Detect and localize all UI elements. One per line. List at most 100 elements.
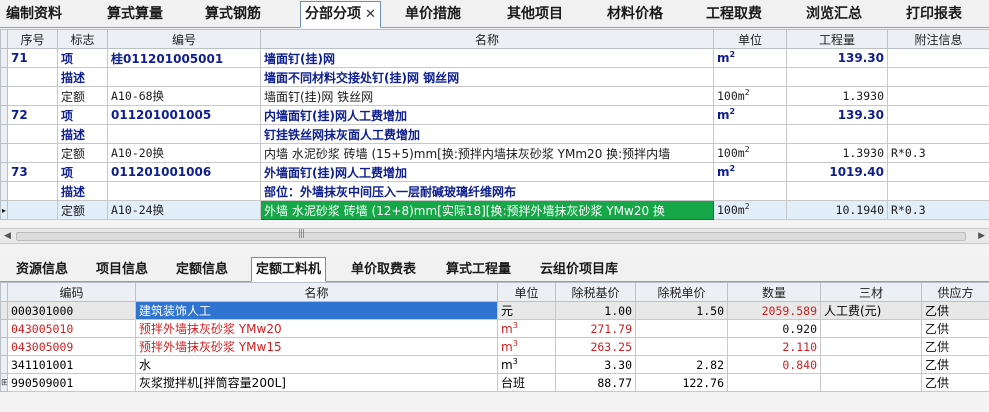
cell-flag[interactable]: 定额 (57, 86, 108, 106)
cell-unit-price[interactable]: 2.82 (635, 355, 728, 374)
tab-material-prices[interactable]: 材料价格 (603, 2, 667, 27)
cell-unit-price[interactable]: 122.76 (635, 373, 728, 392)
cell-unit[interactable]: 100m2 (713, 86, 787, 106)
table-row[interactable]: 定额 A10-68换 墙面钉(挂)网 铁丝网 100m2 1.3930 (0, 86, 989, 106)
cell-unit[interactable]: m3 (497, 355, 556, 374)
cell-base-price[interactable]: 3.30 (555, 355, 636, 374)
cell-unit[interactable]: m3 (497, 337, 556, 356)
cell-note[interactable] (887, 105, 989, 125)
cell-flag[interactable]: 项 (57, 105, 108, 125)
table-row[interactable]: 341101001 水 m3 3.30 2.82 0.840 乙供 (0, 355, 989, 374)
tab-formula-rebar[interactable]: 算式钢筋 (201, 2, 265, 27)
panel-splitter[interactable] (0, 244, 989, 256)
cell-flag[interactable]: 描述 (57, 181, 108, 201)
tab-sub-items[interactable]: 分部分项 ✕ (300, 1, 381, 28)
cell-materials[interactable] (820, 337, 922, 356)
cell-unit-price[interactable]: 1.50 (635, 301, 728, 320)
cell-code[interactable]: 桂011201005001 (107, 48, 261, 68)
cell-flag[interactable]: 定额 (57, 143, 108, 163)
table-row[interactable]: 定额 A10-20换 内墙 水泥砂浆 砖墙 (15+5)mm[换:预拌内墙抹灰砂… (0, 143, 989, 163)
tab-quota-info[interactable]: 定额信息 (172, 258, 232, 281)
cell-code[interactable]: A10-24换 (107, 200, 261, 220)
tab-formula-quantity[interactable]: 算式算量 (103, 2, 167, 27)
horizontal-scrollbar[interactable]: ◀ ||| ▶ (0, 228, 989, 244)
cell-unit[interactable]: 元 (497, 301, 556, 320)
table-row[interactable]: 描述 部位：外墙抹灰中间压入一层耐碱玻璃纤维网布 (0, 181, 989, 201)
cell-quantity[interactable]: 1019.40 (786, 162, 888, 182)
expand-icon[interactable]: ⊞ (0, 373, 8, 392)
cell-seq[interactable] (7, 181, 58, 201)
cell-unit[interactable]: 100m2 (713, 200, 787, 220)
cell-seq[interactable] (7, 124, 58, 144)
cell-note[interactable] (887, 67, 989, 87)
tab-compile-data[interactable]: 编制资料 (2, 2, 66, 27)
cell-flag[interactable]: 描述 (57, 124, 108, 144)
cell-name[interactable]: 部位：外墙抹灰中间压入一层耐碱玻璃纤维网布 (260, 181, 714, 201)
cell-seq[interactable]: 73 (7, 162, 58, 182)
scroll-right-icon[interactable]: ▶ (978, 231, 985, 241)
cell-code[interactable] (107, 181, 261, 201)
table-row[interactable]: 000301000 建筑装饰人工 元 1.00 1.50 2059.589 人工… (0, 301, 989, 320)
cell-seq[interactable] (7, 86, 58, 106)
cell-flag[interactable]: 项 (57, 48, 108, 68)
cell-code[interactable]: 011201001005 (107, 105, 261, 125)
cell-unit[interactable]: m3 (497, 319, 556, 338)
cell-unit[interactable] (713, 124, 787, 144)
cell-code[interactable] (107, 124, 261, 144)
cell-note[interactable] (887, 86, 989, 106)
cell-quantity[interactable] (786, 181, 888, 201)
cell-seq[interactable]: 72 (7, 105, 58, 125)
cell-supplier[interactable]: 乙供 (921, 373, 989, 392)
cell-code[interactable]: 043005010 (7, 319, 136, 338)
cell-base-price[interactable]: 271.79 (555, 319, 636, 338)
cell-name[interactable]: 墙面不同材料交接处钉(挂)网 钢丝网 (260, 67, 714, 87)
tab-project-fees[interactable]: 工程取费 (702, 2, 766, 27)
cell-unit[interactable]: m2 (713, 162, 787, 182)
cell-quantity[interactable]: 2.110 (727, 337, 821, 356)
tab-browse-summary[interactable]: 浏览汇总 (802, 2, 866, 27)
cell-base-price[interactable]: 263.25 (555, 337, 636, 356)
cell-name[interactable]: 建筑装饰人工 (135, 301, 498, 320)
cell-quantity[interactable]: 2059.589 (727, 301, 821, 320)
close-icon[interactable]: ✕ (365, 7, 376, 22)
cell-flag[interactable]: 项 (57, 162, 108, 182)
cell-quantity[interactable]: 1.3930 (786, 86, 888, 106)
cell-supplier[interactable]: 乙供 (921, 301, 989, 320)
cell-quantity[interactable] (786, 124, 888, 144)
cell-seq[interactable] (7, 200, 58, 220)
table-row[interactable]: 描述 墙面不同材料交接处钉(挂)网 钢丝网 (0, 67, 989, 87)
table-row[interactable]: 72 项 011201001005 内墙面钉(挂)网人工费增加 m2 139.3… (0, 105, 989, 125)
cell-supplier[interactable]: 乙供 (921, 337, 989, 356)
cell-materials[interactable]: 人工费(元) (820, 301, 922, 320)
tab-formula-quantity-bottom[interactable]: 算式工程量 (442, 258, 515, 281)
cell-supplier[interactable]: 乙供 (921, 355, 989, 374)
cell-code[interactable] (107, 67, 261, 87)
cell-flag[interactable]: 定额 (57, 200, 108, 220)
cell-materials[interactable] (820, 373, 922, 392)
cell-code[interactable]: 341101001 (7, 355, 136, 374)
cell-unit[interactable]: m2 (713, 105, 787, 125)
cell-name[interactable]: 钉挂铁丝网抹灰面人工费增加 (260, 124, 714, 144)
cell-supplier[interactable]: 乙供 (921, 319, 989, 338)
cell-note[interactable] (887, 48, 989, 68)
tab-unit-price-measures[interactable]: 单价措施 (401, 2, 465, 27)
cell-quantity[interactable] (786, 67, 888, 87)
table-row[interactable]: 043005009 预拌外墙抹灰砂浆 YMw15 m3 263.25 2.110… (0, 337, 989, 356)
cell-unit-price[interactable] (635, 319, 728, 338)
table-row[interactable]: 描述 钉挂铁丝网抹灰面人工费增加 (0, 124, 989, 144)
cell-name[interactable]: 预拌外墙抹灰砂浆 YMw20 (135, 319, 498, 338)
cell-quantity[interactable]: 0.840 (727, 355, 821, 374)
cell-code[interactable]: 043005009 (7, 337, 136, 356)
cell-unit[interactable]: m2 (713, 48, 787, 68)
cell-note[interactable] (887, 124, 989, 144)
cell-name[interactable]: 内墙 水泥砂浆 砖墙 (15+5)mm[换:预拌内墙抹灰砂浆 YMm20 换:预… (260, 143, 714, 163)
splitter-grip-icon[interactable]: ||| (298, 229, 305, 239)
cell-quantity[interactable]: 0.920 (727, 319, 821, 338)
cell-name-editing[interactable]: 外墙 水泥砂浆 砖墙 (12+8)mm[实际18][换:预拌外墙抹灰砂浆 YMw… (260, 200, 714, 220)
cell-name[interactable]: 水 (135, 355, 498, 374)
cell-quantity[interactable]: 139.30 (786, 105, 888, 125)
cell-name[interactable]: 外墙面钉(挂)网人工费增加 (260, 162, 714, 182)
cell-name[interactable]: 墙面钉(挂)网 (260, 48, 714, 68)
cell-unit-price[interactable] (635, 337, 728, 356)
cell-seq[interactable]: 71 (7, 48, 58, 68)
